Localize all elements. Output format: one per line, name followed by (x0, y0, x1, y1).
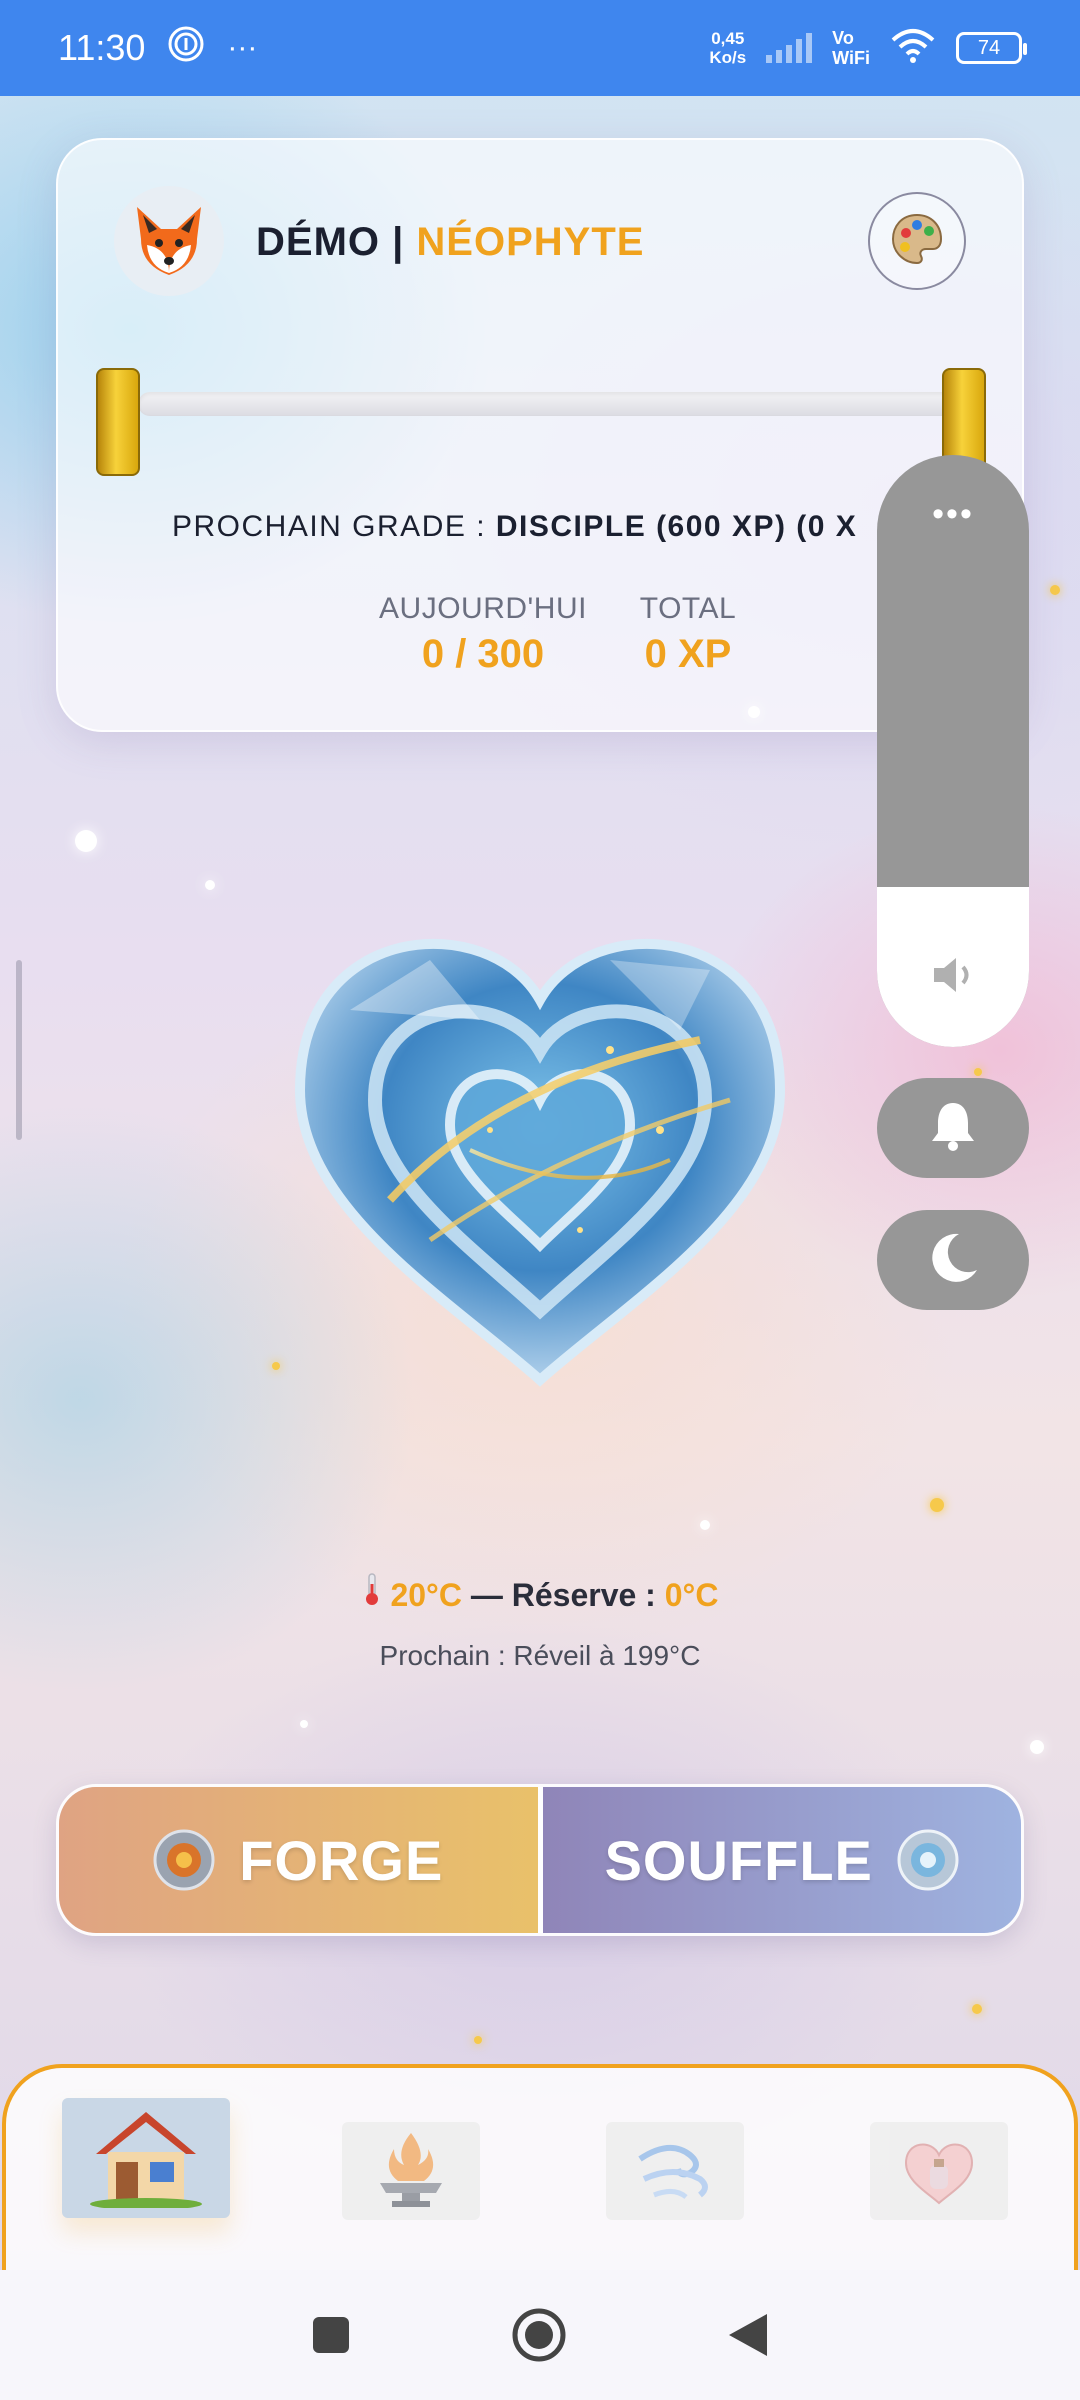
recents-button[interactable] (311, 2315, 351, 2355)
house-icon (86, 2104, 206, 2213)
next-grade-value: DISCIPLE (600 XP) (0 X (495, 510, 858, 543)
edge-handle (16, 960, 22, 1140)
fingerprint-icon (167, 25, 205, 71)
fox-icon[interactable] (114, 186, 224, 296)
speed-unit: Ko/s (709, 48, 747, 67)
palette-icon (889, 211, 945, 272)
home-button[interactable] (511, 2307, 567, 2363)
nav-forge[interactable] (342, 2122, 480, 2220)
vowifi-line: WiFi (832, 48, 870, 68)
status-time: 11:30 (58, 27, 146, 68)
volume-menu-icon[interactable]: ••• (877, 495, 1029, 534)
sparkle (300, 1720, 308, 1728)
heart-potion-icon (894, 2129, 984, 2214)
sparkle (974, 1068, 982, 1076)
moon-icon (925, 1230, 981, 1291)
action-buttons: FORGE SOUFFLE (56, 1784, 1024, 1936)
total-stat: TOTAL 0 XP (618, 592, 758, 677)
sparkle (474, 2036, 482, 2044)
souffle-medallion-icon (897, 1829, 959, 1891)
sparkle (205, 880, 215, 890)
anvil-fire-icon (366, 2129, 456, 2214)
next-wake-text: Prochain : Réveil à 199°C (379, 1640, 701, 1671)
profile-title: DÉMO | NÉOPHYTE (256, 220, 644, 265)
sparkle (75, 830, 97, 852)
today-value: 0 / 300 (421, 632, 545, 676)
reserve-temperature: 0°C (664, 1577, 719, 1613)
forge-medallion-icon (153, 1829, 215, 1891)
sparkle (930, 1498, 944, 1512)
profile-name: DÉMO (256, 220, 380, 264)
profile-grade: NÉOPHYTE (416, 220, 645, 264)
progress-cap-left (96, 368, 140, 476)
status-bar: 11:30 ··· 0,45 Ko/s Vo WiFi 74 (0, 0, 1080, 96)
wind-swirl-icon (630, 2129, 720, 2214)
vowifi-indicator: Vo WiFi (832, 28, 870, 68)
total-label: TOTAL (639, 592, 737, 625)
sparkle (700, 1520, 710, 1530)
forge-button[interactable]: FORGE (59, 1787, 543, 1933)
speed-value: 0,45 (711, 29, 745, 48)
next-grade-label: PROCHAIN GRADE : (172, 510, 496, 543)
bell-icon (928, 1099, 978, 1158)
forge-label: FORGE (239, 1828, 444, 1892)
more-notifications-icon: ··· (227, 31, 258, 64)
crystal-heart[interactable] (280, 900, 800, 1400)
nav-potion[interactable] (870, 2122, 1008, 2220)
signal-icon (766, 33, 813, 63)
xp-progress-bar (138, 392, 958, 416)
sparkle (1030, 1740, 1044, 1754)
nav-home[interactable] (62, 2098, 230, 2218)
nav-souffle[interactable] (606, 2122, 744, 2220)
sparkle (972, 2004, 982, 2014)
sparkle (1050, 585, 1060, 595)
vowifi-line: Vo (832, 28, 854, 48)
battery-indicator: 74 (956, 32, 1027, 64)
theme-palette-button[interactable] (868, 192, 966, 290)
temperature-line: 20°C — Réserve : 0°C (0, 1572, 1080, 1614)
title-separator: | (380, 220, 417, 264)
speaker-icon[interactable] (877, 953, 1029, 997)
today-stat: AUJOURD'HUI 0 / 300 (368, 592, 598, 677)
today-label: AUJOURD'HUI (379, 592, 587, 625)
total-value: 0 XP (644, 632, 732, 676)
wifi-icon (890, 28, 936, 69)
souffle-label: SOUFFLE (604, 1828, 873, 1892)
thermometer-icon (362, 1573, 391, 1613)
back-button[interactable] (727, 2312, 769, 2358)
notification-toggle[interactable] (877, 1078, 1029, 1178)
souffle-button[interactable]: SOUFFLE (542, 1787, 1021, 1933)
sparkle (272, 1362, 280, 1370)
volume-panel[interactable]: ••• (877, 455, 1029, 1047)
network-speed: 0,45 Ko/s (709, 29, 746, 67)
system-navigation-bar (0, 2270, 1080, 2400)
do-not-disturb-toggle[interactable] (877, 1210, 1029, 1310)
current-temperature: 20°C (390, 1577, 462, 1613)
reserve-label: — Réserve : (461, 1577, 665, 1613)
